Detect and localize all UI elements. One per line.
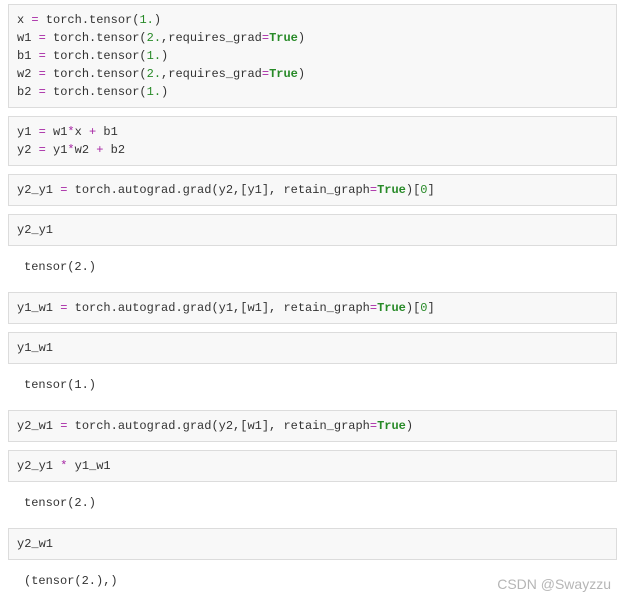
code-line: y2_w1 = torch.autograd.grad(y2,[w1], ret…	[17, 419, 413, 433]
code-cell-4: y2_y1	[8, 214, 617, 246]
output-8: tensor(2.)	[8, 490, 617, 520]
code-cell-7: y2_w1 = torch.autograd.grad(y2,[w1], ret…	[8, 410, 617, 442]
code-cell-9: y2_w1	[8, 528, 617, 560]
code-line: y1_w1 = torch.autograd.grad(y1,[w1], ret…	[17, 301, 435, 315]
output-6: tensor(1.)	[8, 372, 617, 402]
code-line: y2_y1 * y1_w1	[17, 459, 111, 473]
code-cell-8: y2_y1 * y1_w1	[8, 450, 617, 482]
code-line: b2 = torch.tensor(1.)	[17, 85, 168, 99]
code-line: y1 = w1*x + b1	[17, 125, 118, 139]
code-cell-3: y2_y1 = torch.autograd.grad(y2,[y1], ret…	[8, 174, 617, 206]
code-cell-5: y1_w1 = torch.autograd.grad(y1,[w1], ret…	[8, 292, 617, 324]
code-line: y1_w1	[17, 341, 53, 355]
code-line: y2_y1	[17, 223, 53, 237]
code-line: b1 = torch.tensor(1.)	[17, 49, 168, 63]
output-4: tensor(2.)	[8, 254, 617, 284]
code-cell-1: x = torch.tensor(1.) w1 = torch.tensor(2…	[8, 4, 617, 108]
code-cell-2: y1 = w1*x + b1 y2 = y1*w2 + b2	[8, 116, 617, 166]
code-line: y2_w1	[17, 537, 53, 551]
code-line: x = torch.tensor(1.)	[17, 13, 161, 27]
output-9: (tensor(2.),)	[8, 568, 617, 598]
code-line: y2 = y1*w2 + b2	[17, 143, 125, 157]
code-line: w2 = torch.tensor(2.,requires_grad=True)	[17, 67, 305, 81]
code-line: w1 = torch.tensor(2.,requires_grad=True)	[17, 31, 305, 45]
code-line: y2_y1 = torch.autograd.grad(y2,[y1], ret…	[17, 183, 435, 197]
code-cell-6: y1_w1	[8, 332, 617, 364]
